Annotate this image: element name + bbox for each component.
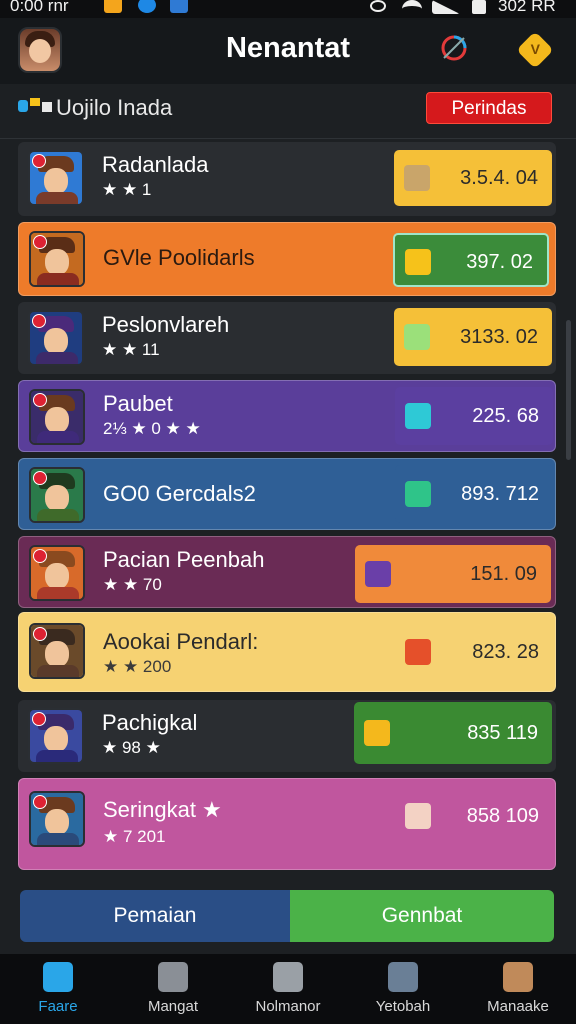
perindas-button[interactable]: Perindas (426, 92, 552, 124)
gem-icon (364, 720, 390, 746)
score-box[interactable]: 3133. 02 (394, 308, 552, 366)
leaderboard-row[interactable]: Aookai Pendarl: ★ ★ 200 823. 28 (18, 612, 556, 692)
score-box[interactable]: 858 109 (395, 787, 553, 845)
player-rating: ★ ★ 1 (102, 180, 152, 199)
player-rating: ★ ★ 200 (103, 657, 172, 676)
status-time: 0:00 rnr (10, 0, 69, 15)
battery-text: 302 RR (498, 0, 556, 15)
gem-icon (404, 165, 430, 191)
player-name: Pacian Peenbah (103, 547, 265, 572)
gem-icon (405, 249, 431, 275)
player-avatar (28, 708, 84, 764)
player-avatar (29, 467, 85, 523)
nav-item-home[interactable]: Faare (3, 958, 113, 1015)
nav-label: Yetobah (375, 998, 431, 1015)
player-name: Radanlada (102, 152, 209, 177)
messenger-icon (138, 0, 156, 13)
player-avatar (29, 545, 85, 601)
gem-icon (405, 403, 431, 429)
score-value: 225. 68 (472, 405, 539, 427)
score-value: 893. 712 (461, 483, 539, 505)
player-name: Seringkat ★ (103, 797, 222, 822)
gem-icon (365, 561, 391, 587)
signal-icon (432, 0, 460, 14)
player-name: GO0 Gercdals2 (103, 481, 256, 506)
nav-item-inbox[interactable]: Yetobah (348, 958, 458, 1015)
player-name: Pachigkal (102, 710, 198, 735)
avatar[interactable] (18, 27, 62, 73)
divider (0, 138, 576, 139)
score-box[interactable]: 151. 09 (355, 545, 551, 603)
player-name: Peslonvlareh (102, 312, 230, 337)
player-rating: 2⅓ ★ 0 ★ ★ (103, 419, 201, 438)
leaderboard-row[interactable]: GO0 Gercdals2 893. 712 (18, 458, 556, 530)
score-box[interactable]: 225. 68 (395, 387, 553, 445)
score-box[interactable]: 835 119 (354, 702, 552, 764)
alarm-icon (370, 0, 386, 12)
nav-label: Manaake (487, 998, 549, 1015)
nav-item-manage[interactable]: Mangat (118, 958, 228, 1015)
player-name: GVle Poolidarls (103, 245, 255, 270)
page-title: Nenantat (225, 32, 351, 64)
player-rating: ★ 98 ★ (102, 738, 161, 757)
score-box[interactable]: 397. 02 (393, 233, 549, 287)
nav-item-notifications[interactable]: Nolmanor (233, 958, 343, 1015)
leaderboard-row[interactable]: Seringkat ★ ★ 7 201 858 109 (18, 778, 556, 870)
player-avatar (29, 389, 85, 445)
player-avatar (29, 791, 85, 847)
player-rating: ★ ★ 11 (102, 340, 160, 359)
score-value: 858 109 (466, 805, 539, 827)
gennbat-button[interactable]: Gennbat (290, 890, 554, 942)
player-avatar (29, 231, 85, 287)
league-icon (18, 98, 52, 112)
score-box[interactable]: 3.5.4. 04 (394, 150, 552, 206)
section-title: Uojilo Inada (56, 95, 173, 120)
score-box[interactable]: 893. 712 (395, 465, 553, 523)
nav-label: Faare (38, 998, 78, 1015)
app-notification-icon (170, 0, 188, 13)
leaderboard-row[interactable]: Pachigkal ★ 98 ★ 835 119 (18, 700, 556, 772)
leaderboard-row[interactable]: GVle Poolidarls 397. 02 (18, 222, 556, 296)
score-value: 835 119 (467, 722, 538, 744)
leaderboard-row[interactable]: Paubet 2⅓ ★ 0 ★ ★ 225. 68 (18, 380, 556, 452)
score-value: 3.5.4. 04 (460, 167, 538, 189)
status-bar: 0:00 rnr 302 RR (0, 0, 576, 18)
gem-icon (405, 481, 431, 507)
pemaian-button[interactable]: Pemaian (20, 890, 290, 942)
gem-icon (404, 324, 430, 350)
battery-icon (472, 0, 486, 14)
player-avatar (28, 310, 84, 366)
notification-icon (104, 0, 122, 13)
gem-icon (405, 639, 431, 665)
score-box[interactable]: 823. 28 (395, 623, 553, 681)
player-name: Paubet (103, 391, 173, 416)
score-value: 151. 09 (470, 563, 537, 585)
notifications-icon (273, 962, 303, 992)
gem-icon (405, 803, 431, 829)
leaderboard-row[interactable]: Peslonvlareh ★ ★ 11 3133. 02 (18, 302, 556, 374)
player-name: Aookai Pendarl: (103, 629, 259, 654)
player-avatar (29, 623, 85, 679)
nav-label: Nolmanor (255, 998, 321, 1015)
manage-icon (158, 962, 188, 992)
nav-label: Mangat (147, 998, 199, 1015)
wifi-icon (402, 0, 422, 18)
score-value: 3133. 02 (460, 326, 538, 348)
sync-icon[interactable] (440, 34, 468, 62)
scrollbar[interactable] (566, 320, 571, 460)
leaderboard-row[interactable]: Pacian Peenbah ★ ★ 70 151. 09 (18, 536, 556, 608)
profile-icon (503, 962, 533, 992)
nav-item-profile[interactable]: Manaake (463, 958, 573, 1015)
leaderboard-row[interactable]: Radanlada ★ ★ 1 3.5.4. 04 (18, 142, 556, 216)
score-value: 397. 02 (466, 251, 533, 273)
player-rating: ★ ★ 70 (103, 575, 162, 594)
inbox-icon (388, 962, 418, 992)
score-value: 823. 28 (472, 641, 539, 663)
player-rating: ★ 7 201 (103, 827, 166, 846)
home-icon (43, 962, 73, 992)
player-avatar (28, 150, 84, 206)
